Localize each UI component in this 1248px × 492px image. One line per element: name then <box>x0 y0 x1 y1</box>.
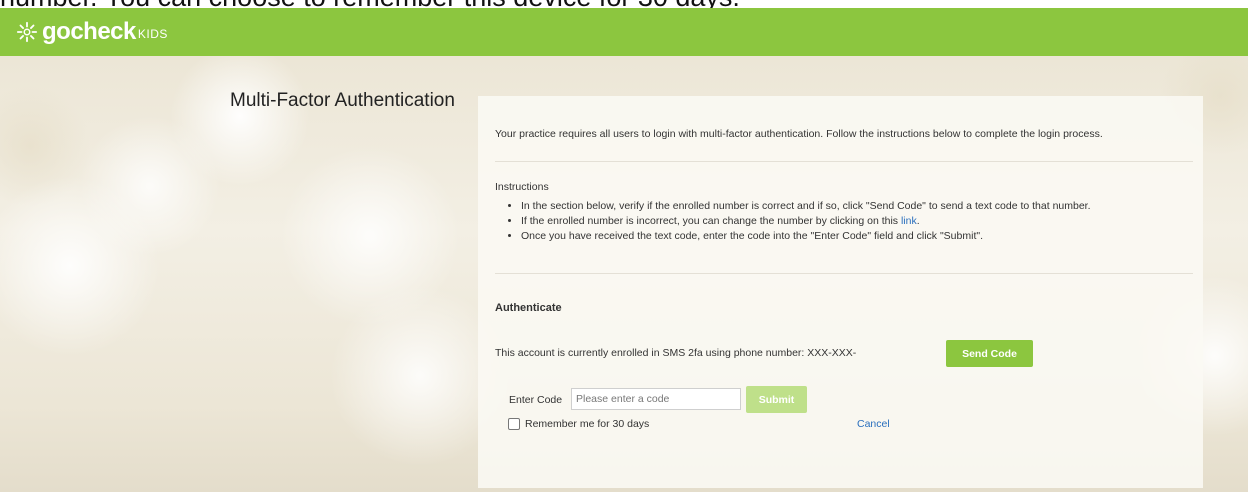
brand-name: gocheck <box>42 18 136 45</box>
submit-button[interactable]: Submit <box>746 386 807 413</box>
code-input[interactable] <box>571 388 741 410</box>
caption-text: number. You can choose to remember this … <box>0 0 1248 8</box>
enrolled-number-text: This account is currently enrolled in SM… <box>495 347 857 359</box>
instruction-item: In the section below, verify if the enro… <box>521 199 1091 214</box>
cancel-link[interactable]: Cancel <box>857 418 890 430</box>
intro-text: Your practice requires all users to logi… <box>495 128 1103 140</box>
instruction-item: Once you have received the text code, en… <box>521 229 1091 244</box>
enter-code-label: Enter Code <box>509 394 563 406</box>
remember-me-checkbox[interactable]: Remember me for 30 days <box>508 418 649 430</box>
checkbox-box[interactable] <box>508 418 520 430</box>
brand-suffix: KIDS <box>137 27 168 41</box>
change-number-link[interactable]: link <box>901 215 917 227</box>
instructions-list: In the section below, verify if the enro… <box>495 199 1091 244</box>
authenticate-heading: Authenticate <box>495 302 562 314</box>
send-code-button[interactable]: Send Code <box>946 340 1033 367</box>
instructions-heading: Instructions <box>495 181 549 193</box>
gocheck-logo-icon <box>16 21 38 43</box>
instruction-item: If the enrolled number is incorrect, you… <box>521 214 1091 229</box>
remember-me-label: Remember me for 30 days <box>525 418 650 430</box>
app-header: gocheck KIDS <box>0 8 1248 56</box>
logo[interactable]: gocheck KIDS <box>16 18 168 46</box>
instruction-text-suffix: . <box>916 215 920 227</box>
page-title: Multi-Factor Authentication <box>230 90 455 111</box>
divider <box>495 161 1193 162</box>
divider <box>495 273 1193 274</box>
instruction-text: If the enrolled number is incorrect, you… <box>521 215 901 227</box>
